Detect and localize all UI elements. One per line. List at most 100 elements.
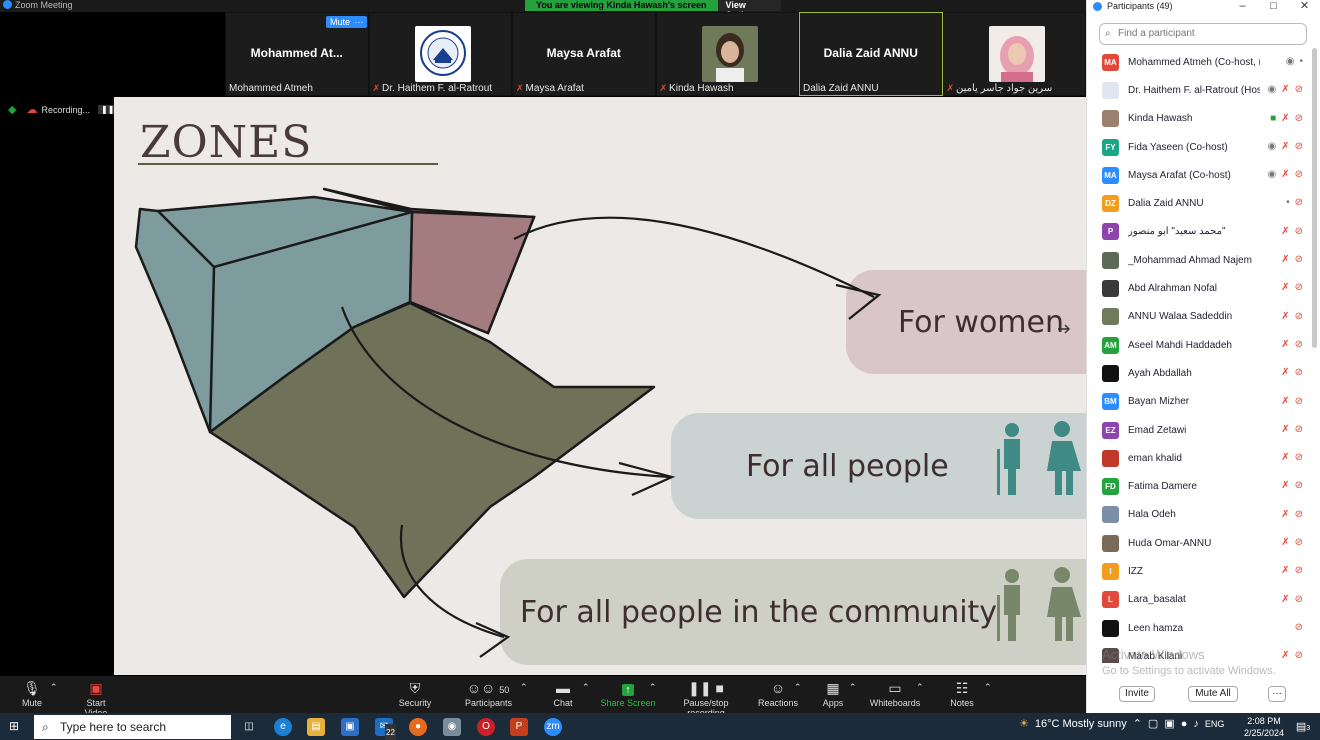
share-caret[interactable]: ⌃: [649, 682, 657, 693]
security-button[interactable]: ⛨ Security: [398, 680, 432, 708]
participant-row[interactable]: EZ Emad Zetawi ✗ ⊘: [1087, 416, 1313, 444]
participant-name: Lara_basalat: [1128, 594, 1186, 606]
video-thumb[interactable]: ✗ سرين جواد جاسر يامين: [942, 12, 1086, 96]
apps-caret[interactable]: ⌃: [849, 682, 857, 693]
language-indicator[interactable]: ENG: [1205, 719, 1225, 729]
participant-row[interactable]: AM Aseel Mahdi Haddadeh ✗ ⊘: [1087, 331, 1313, 359]
muted-mic-icon: ✗: [1281, 225, 1290, 237]
window-title: Zoom Meeting: [15, 0, 73, 10]
participant-search-input[interactable]: ⌕ Find a participant: [1099, 23, 1307, 45]
notifications-icon[interactable]: ▤3: [1294, 718, 1312, 736]
maximize-icon[interactable]: □: [1258, 0, 1289, 12]
mute-button[interactable]: 🎙 Mute: [18, 680, 46, 708]
apps-button[interactable]: ▦ Apps: [820, 680, 846, 708]
participant-row[interactable]: Kinda Hawash ■ ✗ ⊘: [1087, 105, 1313, 133]
participants-caret[interactable]: ⌃: [520, 682, 528, 693]
participant-row[interactable]: MAMohammed Atmeh (Co-host, me)◉•: [1087, 48, 1313, 76]
cloud-recording-icon: ☁: [26, 104, 38, 116]
store-icon[interactable]: ▣: [341, 718, 359, 736]
participant-row[interactable]: P محمد سعيد" ابو منصور" ✗ ⊘: [1087, 218, 1313, 246]
whiteboards-button[interactable]: ▭ Whiteboards: [869, 680, 921, 708]
participant-row[interactable]: Abd Alrahman Nofal ✗ ⊘: [1087, 274, 1313, 302]
panel-title: Participants (49): [1107, 1, 1173, 11]
audio-options-caret[interactable]: ⌃: [50, 682, 58, 693]
participant-name: Dr. Haithem F. al-Ratrout (Host): [1128, 84, 1260, 96]
meeting-toolbar: 🎙Mute ⌃ ▣Start Video ⛨Security ☺☺ 50Part…: [0, 676, 1086, 718]
tray-chevron-icon[interactable]: ⌃: [1133, 717, 1142, 730]
close-icon[interactable]: ✕: [1289, 0, 1320, 12]
participants-button[interactable]: ☺☺ 50 Participants: [465, 680, 512, 708]
meet-now-icon[interactable]: ▢: [1148, 717, 1158, 730]
microphone-tray-icon[interactable]: ●: [1181, 718, 1188, 730]
avatar: [1102, 308, 1119, 326]
paint-icon[interactable]: ◉: [443, 718, 461, 736]
invite-button[interactable]: Invite: [1119, 686, 1155, 702]
chat-caret[interactable]: ⌃: [582, 682, 590, 693]
participants-count: 50: [499, 685, 510, 695]
opera-icon[interactable]: O: [477, 718, 495, 736]
view-options-button[interactable]: View Options ⌄: [717, 0, 781, 20]
participant-row[interactable]: BM Bayan Mizher ✗ ⊘: [1087, 388, 1313, 416]
activate-line1: Activate Windows: [1102, 647, 1205, 662]
participant-row[interactable]: FD Fatima Damere ✗ ⊘: [1087, 472, 1313, 500]
reactions-button[interactable]: ☺ Reactions: [758, 680, 798, 708]
participant-status-icons: ✗ ⊘: [1281, 226, 1303, 237]
participant-row[interactable]: L Lara_basalat ✗ ⊘: [1087, 586, 1313, 614]
participant-row[interactable]: Dr. Haithem F. al-Ratrout (Host) ◉ ✗ ⊘: [1087, 76, 1313, 104]
video-off-icon: ⊘: [1294, 225, 1303, 237]
thumb-more-button[interactable]: ···: [351, 16, 367, 28]
participant-row[interactable]: I IZZ ✗ ⊘: [1087, 557, 1313, 585]
share-screen-button[interactable]: ↑ Share Screen: [600, 680, 656, 708]
participant-name: Bayan Mizher: [1128, 396, 1190, 408]
participant-row[interactable]: Leen hamza ⊘: [1087, 614, 1313, 642]
firefox-icon[interactable]: ●: [409, 718, 427, 736]
cloud-record-icon: ◉: [1267, 169, 1277, 181]
chat-icon: ▬: [556, 680, 570, 696]
file-explorer-icon[interactable]: ▤: [307, 718, 325, 736]
avatar: [1102, 81, 1119, 99]
video-off-icon: ⊘: [1294, 112, 1303, 124]
zoom-taskbar-icon[interactable]: zm: [544, 718, 562, 736]
participant-name: Maysa Arafat (Co-host): [1128, 169, 1231, 181]
participant-row[interactable]: ANNU Walaa Sadeddin ✗ ⊘: [1087, 303, 1313, 331]
chat-button[interactable]: ▬ Chat: [551, 680, 575, 708]
participant-row[interactable]: eman khalid ✗ ⊘: [1087, 444, 1313, 472]
video-off-icon: ⊘: [1294, 565, 1303, 577]
participant-row[interactable]: DZ Dalia Zaid ANNU • ⊘: [1087, 189, 1313, 217]
network-icon[interactable]: ▣: [1164, 717, 1174, 730]
taskbar-clock[interactable]: 2:08 PM 2/25/2024: [1244, 715, 1284, 739]
taskbar-search-input[interactable]: ⌕ Type here to search: [34, 715, 231, 739]
windows-start-icon[interactable]: ⊞: [9, 719, 23, 733]
participant-row[interactable]: Hala Odeh ✗ ⊘: [1087, 501, 1313, 529]
muted-mic-icon: ✗: [1281, 565, 1290, 577]
participant-row[interactable]: _Mohammad Ahmad Najem ✗ ⊘: [1087, 246, 1313, 274]
participant-row[interactable]: MA Maysa Arafat (Co-host) ◉ ✗ ⊘: [1087, 161, 1313, 189]
thumb-label: Mohammed Atmeh: [229, 83, 313, 94]
video-off-icon: ⊘: [1294, 84, 1303, 96]
participant-status-icons: ✗ ⊘: [1281, 509, 1303, 520]
video-thumb[interactable]: ✗ Kinda Hawash: [655, 12, 799, 96]
avatar: DZ: [1102, 195, 1119, 213]
powerpoint-icon[interactable]: P: [510, 718, 528, 736]
video-thumb[interactable]: Maysa Arafat ✗ Maysa Arafat: [512, 12, 656, 96]
video-thumb[interactable]: ✗ Dr. Haithem F. al-Ratrout: [368, 12, 512, 96]
participant-list-scrollbar[interactable]: [1312, 48, 1317, 348]
minimize-icon[interactable]: –: [1227, 0, 1258, 12]
mail-icon[interactable]: ✉ 22: [375, 718, 396, 740]
participant-row[interactable]: FY Fida Yaseen (Co-host) ◉ ✗ ⊘: [1087, 133, 1313, 161]
recording-label: Recording...: [41, 104, 90, 115]
notes-caret[interactable]: ⌃: [984, 682, 992, 693]
edge-browser-icon[interactable]: e: [274, 718, 292, 736]
task-view-icon[interactable]: ◫: [240, 718, 258, 736]
reactions-caret[interactable]: ⌃: [794, 682, 802, 693]
participant-row[interactable]: Ayah Abdallah ✗ ⊘: [1087, 359, 1313, 387]
reactions-label: Reactions: [758, 698, 799, 708]
whiteboards-caret[interactable]: ⌃: [916, 682, 924, 693]
mute-all-button[interactable]: Mute All: [1188, 686, 1238, 702]
mute-hover-button[interactable]: Mute: [326, 16, 355, 28]
panel-more-button[interactable]: ···: [1268, 686, 1286, 702]
notes-button[interactable]: ☷ Notes: [949, 680, 975, 708]
video-thumb-active-speaker[interactable]: Dalia Zaid ANNU Dalia Zaid ANNU: [799, 12, 943, 96]
participant-row[interactable]: Huda Omar-ANNU ✗ ⊘: [1087, 529, 1313, 557]
volume-icon[interactable]: ♪: [1193, 718, 1199, 730]
